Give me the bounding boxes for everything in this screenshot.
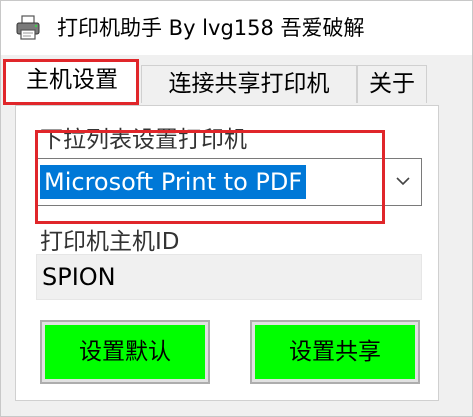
host-id-label: 打印机主机ID <box>40 229 180 255</box>
window-title: 打印机助手 By lvg158 吾爱破解 <box>57 16 365 40</box>
title-bar[interactable]: 打印机助手 By lvg158 吾爱破解 <box>1 1 472 55</box>
printer-icon <box>16 15 40 40</box>
printer-select[interactable]: Microsoft Print to PDF <box>36 158 422 206</box>
printer-select-value: Microsoft Print to PDF <box>40 165 307 199</box>
app-window: 打印机助手 By lvg158 吾爱破解 主机设置 连接共享打印机 关于 下拉列… <box>0 0 473 417</box>
tab-host-settings[interactable]: 主机设置 <box>5 61 139 105</box>
tab-connect-shared-printer[interactable]: 连接共享打印机 <box>141 65 357 103</box>
set-default-button-label: 设置默认 <box>45 325 205 379</box>
set-share-button-label: 设置共享 <box>255 325 415 379</box>
chevron-down-icon[interactable] <box>393 171 413 191</box>
tab-about[interactable]: 关于 <box>357 65 427 103</box>
set-default-button[interactable]: 设置默认 <box>40 320 210 384</box>
set-share-button[interactable]: 设置共享 <box>250 320 420 384</box>
host-id-field[interactable]: SPION <box>36 254 422 300</box>
tab-strip: 主机设置 连接共享打印机 关于 <box>1 57 472 105</box>
host-settings-panel: 下拉列表设置打印机 Microsoft Print to PDF 打印机主机ID… <box>15 105 439 401</box>
printer-dropdown-label: 下拉列表设置打印机 <box>40 127 247 153</box>
